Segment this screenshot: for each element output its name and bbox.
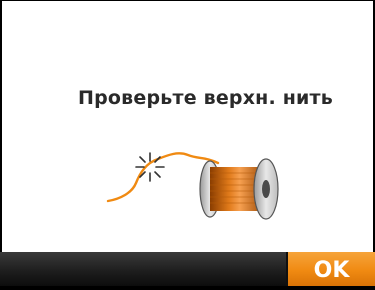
ok-button[interactable]: OK [288, 252, 375, 286]
alert-screen: Проверьте верхн. нить OK [0, 0, 375, 286]
thread-spool-icon [106, 152, 279, 220]
alert-message: Проверьте верхн. нить [78, 87, 333, 109]
exclamation-icon [2, 7, 22, 47]
alert-panel: Проверьте верхн. нить [2, 1, 373, 252]
